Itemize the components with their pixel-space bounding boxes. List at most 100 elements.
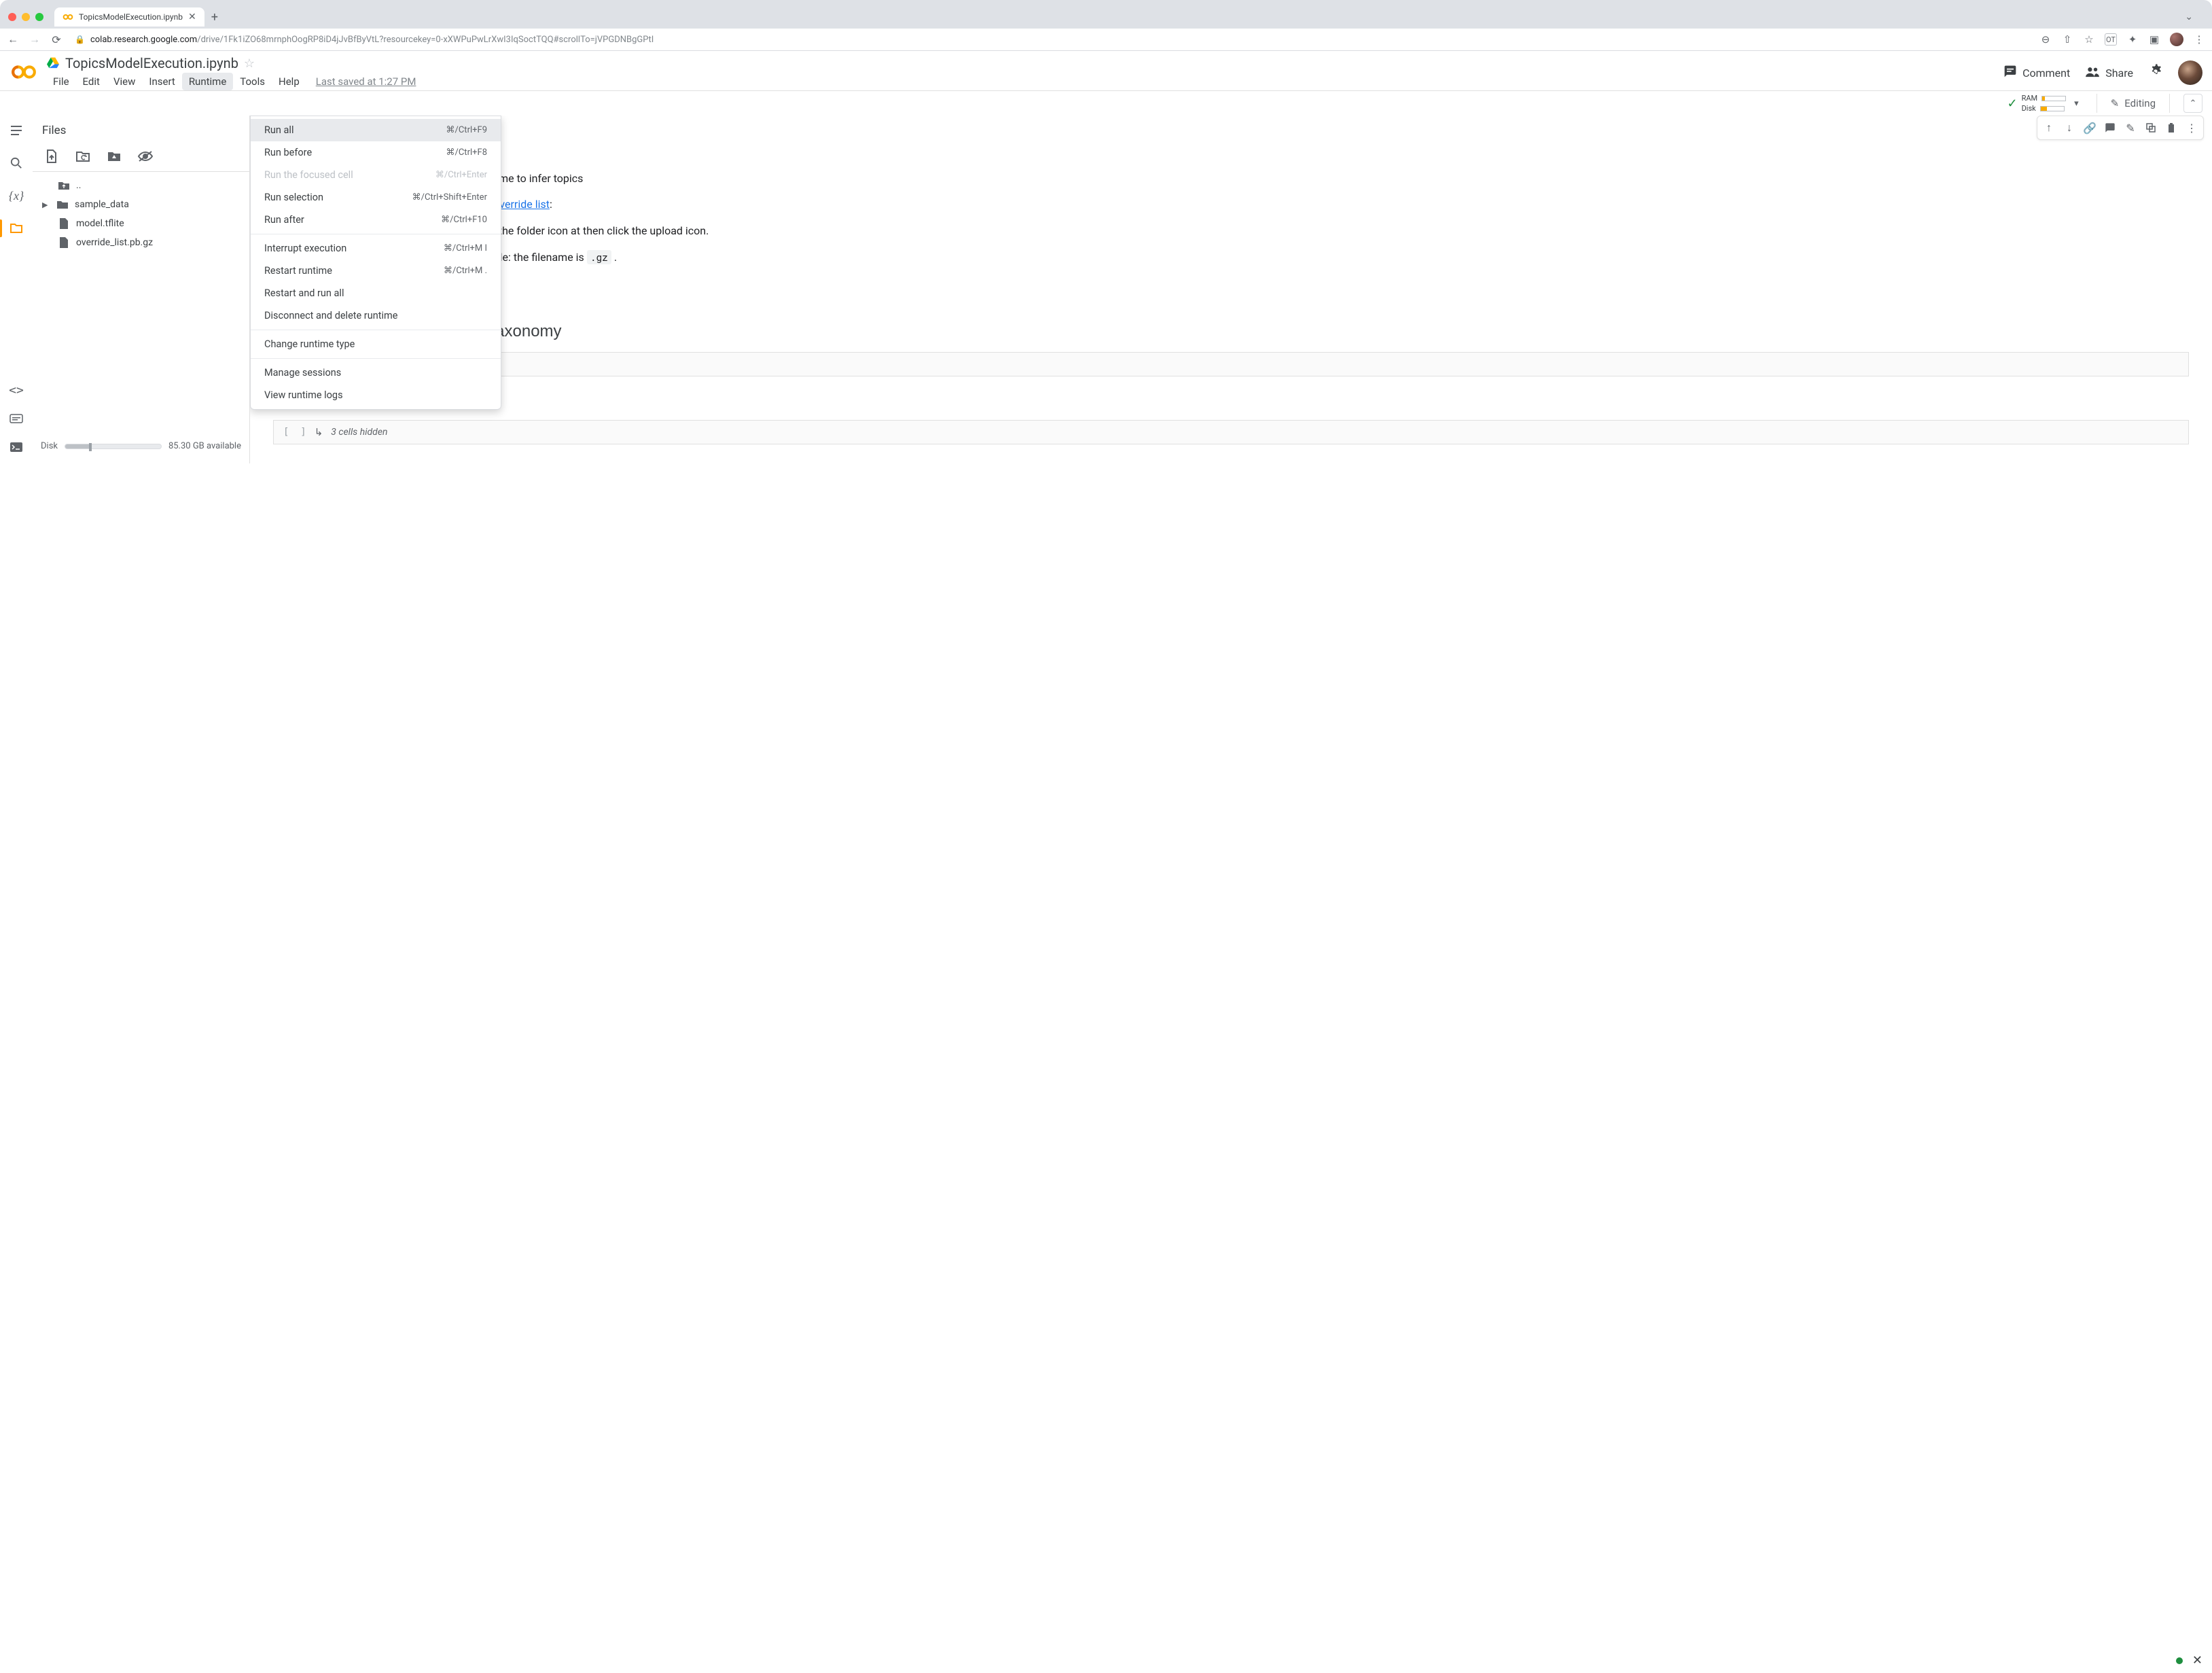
runtime-menu-item[interactable]: Manage sessions [251,362,501,384]
browser-tab[interactable]: TopicsModelExecution.ipynb ✕ [54,7,204,27]
cell-menu-icon[interactable]: ⋮ [2183,119,2200,137]
command-palette-icon[interactable] [8,410,24,427]
menu-divider [251,358,501,359]
tab-overflow-icon[interactable]: ⌄ [2174,9,2204,25]
menu-edit[interactable]: Edit [76,73,107,90]
section-header[interactable]: ▶ Model Execution Demo [255,386,2207,413]
zoom-icon[interactable]: ⊖ [2039,33,2052,46]
runtime-menu-item[interactable]: Restart and run all [251,282,501,304]
menu-item-label: Run all [264,124,293,136]
upload-file-icon[interactable] [43,148,60,164]
refresh-files-icon[interactable] [75,148,91,164]
share-icon [2085,65,2100,80]
file-tree-up[interactable]: .. [41,176,241,195]
resource-indicator[interactable]: ✓ RAM Disk ▾ [2007,94,2082,113]
runtime-menu-item[interactable]: Run selection⌘/Ctrl+Shift+Enter [251,186,501,209]
menu-file[interactable]: File [46,73,76,90]
link-cell-icon[interactable]: 🔗 [2081,119,2099,137]
override-list-link[interactable]: override list [493,198,550,211]
runtime-menu-item[interactable]: View runtime logs [251,384,501,406]
share-button[interactable]: Share [2085,65,2133,80]
disk-status-label: Disk [41,441,58,451]
pencil-icon: ✎ [2111,97,2120,109]
chrome-profile-avatar[interactable] [2170,33,2183,46]
user-avatar[interactable] [2178,60,2202,85]
last-saved-text[interactable]: Last saved at 1:27 PM [312,73,421,90]
variables-icon[interactable]: {x} [8,188,24,204]
menu-item-label: Disconnect and delete runtime [264,310,397,321]
mount-drive-icon[interactable] [106,148,122,164]
terminal-icon[interactable] [8,439,24,455]
profile-badge[interactable]: OT [2105,33,2117,46]
new-tab-button[interactable]: + [211,10,218,24]
address-bar[interactable]: 🔒 colab.research.google.com/drive/1Fk1iZ… [71,35,2031,45]
doc-paragraph: o load the TensorFlow Lite model used by… [273,171,2189,188]
comment-icon [2003,65,2017,81]
window-controls[interactable] [8,13,43,21]
ram-label: RAM [2022,94,2038,103]
connection-status-icon[interactable] [2176,1657,2183,1664]
comment-button[interactable]: Comment [2003,65,2070,81]
doc-paragraph: ist. This is in the same directory as th… [273,249,2189,266]
files-panel-title: Files [41,121,241,145]
resource-dropdown-icon[interactable]: ▾ [2070,99,2083,109]
comment-cell-icon[interactable] [2101,119,2119,137]
runtime-menu-item[interactable]: Interrupt execution⌘/Ctrl+M I [251,237,501,260]
section-header[interactable]: ▶ Libraries, Override List and Taxonomy [255,318,2207,345]
share-page-icon[interactable]: ⇧ [2061,33,2073,46]
file-tree-item[interactable]: override_list.pb.gz [41,233,241,252]
disk-usage-bar [65,444,162,449]
back-button[interactable]: ← [7,33,19,46]
toc-icon[interactable] [8,122,24,139]
file-tree-item[interactable]: model.tflite [41,214,241,233]
reload-button[interactable]: ⟳ [50,33,63,46]
code-snippets-icon[interactable]: <> [8,382,24,398]
gear-icon [2148,64,2163,82]
menu-item-shortcut: ⌘/Ctrl+F9 [446,125,487,135]
runtime-menu-item[interactable]: Run after⌘/Ctrl+F10 [251,209,501,231]
chrome-menu-icon[interactable]: ⋮ [2193,33,2205,46]
menu-item-label: Manage sessions [264,367,341,378]
menu-item-label: Interrupt execution [264,243,346,254]
runtime-menu-item[interactable]: Run before⌘/Ctrl+F8 [251,141,501,164]
menu-help[interactable]: Help [272,73,306,90]
runtime-menu-item[interactable]: Change runtime type [251,333,501,355]
collapse-header-button[interactable]: ⌃ [2183,94,2202,113]
colab-logo-icon[interactable] [10,58,38,86]
move-down-icon[interactable]: ↓ [2061,119,2078,137]
runtime-menu-item[interactable]: Disconnect and delete runtime [251,304,501,327]
menu-insert[interactable]: Insert [142,73,181,90]
files-tab-icon[interactable] [8,220,24,236]
edit-cell-icon[interactable]: ✎ [2122,119,2139,137]
disk-available-text: 85.30 GB available [168,441,241,451]
document-title[interactable]: TopicsModelExecution.ipynb [65,55,238,71]
divider [2169,94,2170,113]
move-up-icon[interactable]: ↑ [2040,119,2058,137]
editing-mode-button[interactable]: ✎ Editing [2111,97,2156,109]
delete-cell-icon[interactable] [2162,119,2180,137]
bookmark-icon[interactable]: ☆ [2083,33,2095,46]
forward-button: → [29,33,41,46]
panel-icon[interactable]: ▣ [2148,33,2160,46]
doc-paragraph: elow, upload the .tflite model file and … [273,196,2189,213]
close-tab-icon[interactable]: ✕ [188,12,196,22]
mirror-cell-icon[interactable] [2142,119,2160,137]
runtime-menu-item[interactable]: Restart runtime⌘/Ctrl+M . [251,260,501,282]
settings-button[interactable] [2148,64,2163,82]
menu-bar: File Edit View Insert Runtime Tools Help… [46,73,1995,90]
menu-runtime[interactable]: Runtime [182,73,233,90]
toggle-hidden-icon[interactable] [137,148,154,164]
expand-caret-icon[interactable]: ▶ [42,200,50,209]
extensions-icon[interactable]: ✦ [2126,33,2139,46]
search-icon[interactable] [8,155,24,171]
menu-tools[interactable]: Tools [233,73,272,90]
runtime-menu-item[interactable]: Run all ⌘/Ctrl+F9 [251,119,501,141]
hidden-cells-bar[interactable]: [ ] ↳ 10 cells hidden [273,352,2189,376]
menu-item-label: Run selection [264,192,323,203]
menu-view[interactable]: View [107,73,142,90]
status-close-button[interactable]: ✕ [2192,1653,2202,1668]
file-tree-folder[interactable]: ▶ sample_data [41,195,241,214]
doc-paragraph: model file provides more detailed instru… [273,276,2189,293]
star-button[interactable]: ☆ [244,56,255,71]
hidden-cells-bar[interactable]: [ ] ↳ 3 cells hidden [273,420,2189,444]
